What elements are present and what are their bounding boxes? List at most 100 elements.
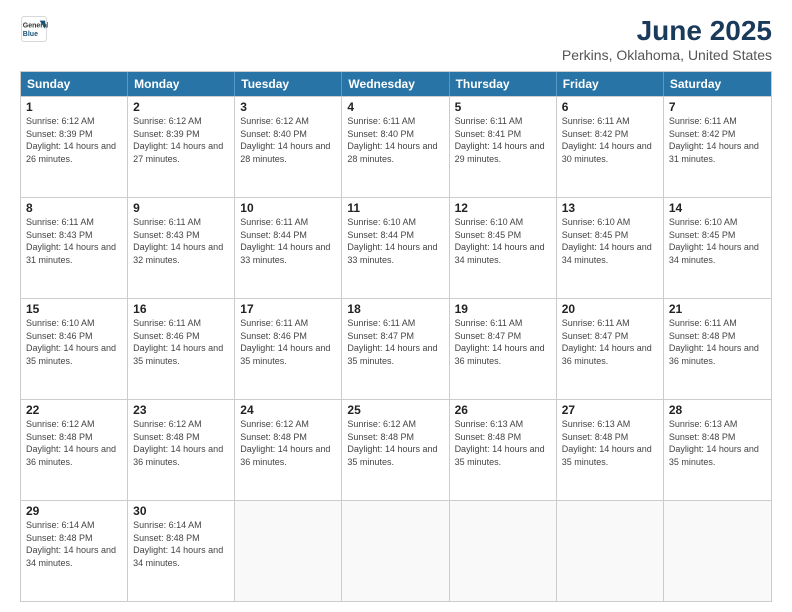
day-number: 13 [562, 201, 658, 215]
cell-info: Sunrise: 6:11 AMSunset: 8:41 PMDaylight:… [455, 116, 545, 164]
cell-info: Sunrise: 6:13 AMSunset: 8:48 PMDaylight:… [669, 419, 759, 467]
cell-info: Sunrise: 6:11 AMSunset: 8:48 PMDaylight:… [669, 318, 759, 366]
calendar-body: 1 Sunrise: 6:12 AMSunset: 8:39 PMDaylight… [21, 96, 771, 601]
calendar-cell: 28 Sunrise: 6:13 AMSunset: 8:48 PMDayligh… [664, 400, 771, 500]
calendar-cell: 21 Sunrise: 6:11 AMSunset: 8:48 PMDayligh… [664, 299, 771, 399]
calendar-cell: 13 Sunrise: 6:10 AMSunset: 8:45 PMDayligh… [557, 198, 664, 298]
day-number: 28 [669, 403, 766, 417]
cell-info: Sunrise: 6:11 AMSunset: 8:42 PMDaylight:… [669, 116, 759, 164]
logo-icon: General Blue [20, 15, 48, 43]
calendar-cell [235, 501, 342, 601]
day-number: 17 [240, 302, 336, 316]
calendar-cell: 26Sunrise: 6:13 AMSunset: 8:48 PMDayligh… [450, 400, 557, 500]
calendar-cell [342, 501, 449, 601]
calendar-cell: 4 Sunrise: 6:11 AMSunset: 8:40 PMDaylight… [342, 97, 449, 197]
day-number: 12 [455, 201, 551, 215]
col-thursday: Thursday [450, 72, 557, 96]
calendar-cell: 7Sunrise: 6:11 AMSunset: 8:42 PMDaylight… [664, 97, 771, 197]
cell-info: Sunrise: 6:14 AMSunset: 8:48 PMDaylight:… [26, 520, 116, 568]
day-number: 1 [26, 100, 122, 114]
cell-info: Sunrise: 6:12 AMSunset: 8:48 PMDaylight:… [26, 419, 116, 467]
day-number: 24 [240, 403, 336, 417]
col-saturday: Saturday [664, 72, 771, 96]
cell-info: Sunrise: 6:10 AMSunset: 8:44 PMDaylight:… [347, 217, 437, 265]
cell-info: Sunrise: 6:11 AMSunset: 8:44 PMDaylight:… [240, 217, 330, 265]
day-number: 3 [240, 100, 336, 114]
cell-info: Sunrise: 6:13 AMSunset: 8:48 PMDaylight:… [455, 419, 545, 467]
day-number: 29 [26, 504, 122, 518]
cell-info: Sunrise: 6:12 AMSunset: 8:48 PMDaylight:… [133, 419, 223, 467]
cell-info: Sunrise: 6:12 AMSunset: 8:39 PMDaylight:… [133, 116, 223, 164]
calendar-cell: 2 Sunrise: 6:12 AMSunset: 8:39 PMDaylight… [128, 97, 235, 197]
calendar-cell: 20Sunrise: 6:11 AMSunset: 8:47 PMDayligh… [557, 299, 664, 399]
calendar-cell [664, 501, 771, 601]
day-number: 6 [562, 100, 658, 114]
day-number: 30 [133, 504, 229, 518]
day-number: 8 [26, 201, 122, 215]
calendar-cell: 24 Sunrise: 6:12 AMSunset: 8:48 PMDayligh… [235, 400, 342, 500]
day-number: 16 [133, 302, 229, 316]
col-friday: Friday [557, 72, 664, 96]
calendar-week-5: 29 Sunrise: 6:14 AMSunset: 8:48 PMDayligh… [21, 500, 771, 601]
cell-info: Sunrise: 6:11 AMSunset: 8:42 PMDaylight:… [562, 116, 652, 164]
cell-info: Sunrise: 6:14 AMSunset: 8:48 PMDaylight:… [133, 520, 223, 568]
calendar-week-1: 1 Sunrise: 6:12 AMSunset: 8:39 PMDaylight… [21, 96, 771, 197]
cell-info: Sunrise: 6:10 AMSunset: 8:46 PMDaylight:… [26, 318, 116, 366]
calendar-week-2: 8 Sunrise: 6:11 AMSunset: 8:43 PMDaylight… [21, 197, 771, 298]
calendar-cell: 27 Sunrise: 6:13 AMSunset: 8:48 PMDayligh… [557, 400, 664, 500]
cell-info: Sunrise: 6:12 AMSunset: 8:40 PMDaylight:… [240, 116, 330, 164]
calendar-cell: 1 Sunrise: 6:12 AMSunset: 8:39 PMDaylight… [21, 97, 128, 197]
title-block: June 2025 Perkins, Oklahoma, United Stat… [562, 15, 772, 63]
calendar-cell: 25Sunrise: 6:12 AMSunset: 8:48 PMDayligh… [342, 400, 449, 500]
cell-info: Sunrise: 6:10 AMSunset: 8:45 PMDaylight:… [669, 217, 759, 265]
cell-info: Sunrise: 6:11 AMSunset: 8:47 PMDaylight:… [455, 318, 545, 366]
cell-info: Sunrise: 6:10 AMSunset: 8:45 PMDaylight:… [562, 217, 652, 265]
calendar-subtitle: Perkins, Oklahoma, United States [562, 47, 772, 63]
col-tuesday: Tuesday [235, 72, 342, 96]
cell-info: Sunrise: 6:12 AMSunset: 8:39 PMDaylight:… [26, 116, 116, 164]
cell-info: Sunrise: 6:10 AMSunset: 8:45 PMDaylight:… [455, 217, 545, 265]
calendar-cell: 30 Sunrise: 6:14 AMSunset: 8:48 PMDayligh… [128, 501, 235, 601]
calendar-cell: 11 Sunrise: 6:10 AMSunset: 8:44 PMDayligh… [342, 198, 449, 298]
calendar-title: June 2025 [562, 15, 772, 47]
day-number: 14 [669, 201, 766, 215]
calendar-cell: 3 Sunrise: 6:12 AMSunset: 8:40 PMDaylight… [235, 97, 342, 197]
calendar-cell: 8 Sunrise: 6:11 AMSunset: 8:43 PMDaylight… [21, 198, 128, 298]
calendar: Sunday Monday Tuesday Wednesday Thursday… [20, 71, 772, 602]
cell-info: Sunrise: 6:11 AMSunset: 8:43 PMDaylight:… [133, 217, 223, 265]
calendar-cell: 18Sunrise: 6:11 AMSunset: 8:47 PMDayligh… [342, 299, 449, 399]
page: General Blue June 2025 Perkins, Oklahoma… [0, 0, 792, 612]
calendar-cell [557, 501, 664, 601]
header: General Blue June 2025 Perkins, Oklahoma… [20, 15, 772, 63]
day-number: 15 [26, 302, 122, 316]
day-number: 4 [347, 100, 443, 114]
cell-info: Sunrise: 6:12 AMSunset: 8:48 PMDaylight:… [347, 419, 437, 467]
calendar-cell: 22Sunrise: 6:12 AMSunset: 8:48 PMDayligh… [21, 400, 128, 500]
calendar-cell: 14 Sunrise: 6:10 AMSunset: 8:45 PMDayligh… [664, 198, 771, 298]
calendar-cell: 10Sunrise: 6:11 AMSunset: 8:44 PMDayligh… [235, 198, 342, 298]
calendar-cell: 9Sunrise: 6:11 AMSunset: 8:43 PMDaylight… [128, 198, 235, 298]
cell-info: Sunrise: 6:11 AMSunset: 8:43 PMDaylight:… [26, 217, 116, 265]
cell-info: Sunrise: 6:11 AMSunset: 8:40 PMDaylight:… [347, 116, 437, 164]
calendar-cell: 29 Sunrise: 6:14 AMSunset: 8:48 PMDayligh… [21, 501, 128, 601]
calendar-cell: 23Sunrise: 6:12 AMSunset: 8:48 PMDayligh… [128, 400, 235, 500]
cell-info: Sunrise: 6:11 AMSunset: 8:47 PMDaylight:… [562, 318, 652, 366]
calendar-cell: 5 Sunrise: 6:11 AMSunset: 8:41 PMDaylight… [450, 97, 557, 197]
day-number: 18 [347, 302, 443, 316]
calendar-cell: 17 Sunrise: 6:11 AMSunset: 8:46 PMDayligh… [235, 299, 342, 399]
cell-info: Sunrise: 6:12 AMSunset: 8:48 PMDaylight:… [240, 419, 330, 467]
calendar-cell: 16Sunrise: 6:11 AMSunset: 8:46 PMDayligh… [128, 299, 235, 399]
day-number: 11 [347, 201, 443, 215]
day-number: 21 [669, 302, 766, 316]
calendar-week-3: 15 Sunrise: 6:10 AMSunset: 8:46 PMDayligh… [21, 298, 771, 399]
svg-text:Blue: Blue [23, 31, 38, 38]
cell-info: Sunrise: 6:11 AMSunset: 8:46 PMDaylight:… [240, 318, 330, 366]
day-number: 2 [133, 100, 229, 114]
cell-info: Sunrise: 6:13 AMSunset: 8:48 PMDaylight:… [562, 419, 652, 467]
day-number: 27 [562, 403, 658, 417]
calendar-cell: 15 Sunrise: 6:10 AMSunset: 8:46 PMDayligh… [21, 299, 128, 399]
calendar-cell: 12 Sunrise: 6:10 AMSunset: 8:45 PMDayligh… [450, 198, 557, 298]
day-number: 5 [455, 100, 551, 114]
calendar-week-4: 22Sunrise: 6:12 AMSunset: 8:48 PMDayligh… [21, 399, 771, 500]
col-wednesday: Wednesday [342, 72, 449, 96]
